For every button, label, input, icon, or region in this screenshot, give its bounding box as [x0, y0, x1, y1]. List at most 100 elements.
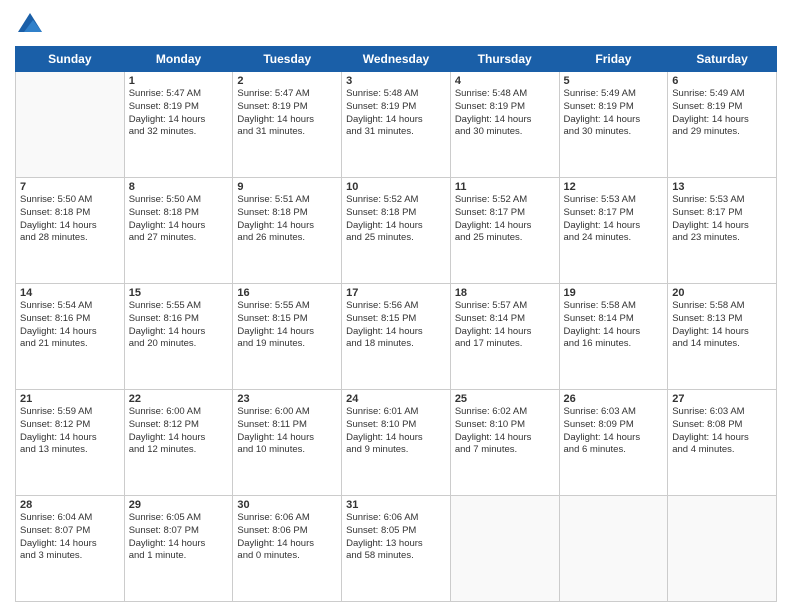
calendar-cell: 1Sunrise: 5:47 AM Sunset: 8:19 PM Daylig…: [124, 72, 233, 178]
calendar-cell: 26Sunrise: 6:03 AM Sunset: 8:09 PM Dayli…: [559, 390, 668, 496]
logo-icon: [15, 10, 45, 40]
day-number: 22: [129, 393, 229, 405]
day-number: 7: [20, 181, 120, 193]
calendar-cell: 10Sunrise: 5:52 AM Sunset: 8:18 PM Dayli…: [342, 178, 451, 284]
calendar-header-friday: Friday: [559, 47, 668, 72]
day-number: 25: [455, 393, 555, 405]
day-info: Sunrise: 5:57 AM Sunset: 8:14 PM Dayligh…: [455, 300, 555, 351]
day-number: 26: [564, 393, 664, 405]
calendar-cell: 5Sunrise: 5:49 AM Sunset: 8:19 PM Daylig…: [559, 72, 668, 178]
calendar-cell: 21Sunrise: 5:59 AM Sunset: 8:12 PM Dayli…: [16, 390, 125, 496]
day-number: 10: [346, 181, 446, 193]
day-number: 5: [564, 75, 664, 87]
day-info: Sunrise: 5:54 AM Sunset: 8:16 PM Dayligh…: [20, 300, 120, 351]
day-info: Sunrise: 5:52 AM Sunset: 8:18 PM Dayligh…: [346, 194, 446, 245]
day-number: 30: [237, 499, 337, 511]
day-info: Sunrise: 6:04 AM Sunset: 8:07 PM Dayligh…: [20, 512, 120, 563]
calendar-cell: 12Sunrise: 5:53 AM Sunset: 8:17 PM Dayli…: [559, 178, 668, 284]
day-number: 9: [237, 181, 337, 193]
day-number: 20: [672, 287, 772, 299]
calendar-cell: 19Sunrise: 5:58 AM Sunset: 8:14 PM Dayli…: [559, 284, 668, 390]
day-number: 18: [455, 287, 555, 299]
logo: [15, 10, 49, 40]
calendar-cell: 22Sunrise: 6:00 AM Sunset: 8:12 PM Dayli…: [124, 390, 233, 496]
calendar-header-tuesday: Tuesday: [233, 47, 342, 72]
day-info: Sunrise: 6:06 AM Sunset: 8:06 PM Dayligh…: [237, 512, 337, 563]
day-number: 31: [346, 499, 446, 511]
day-info: Sunrise: 6:02 AM Sunset: 8:10 PM Dayligh…: [455, 406, 555, 457]
day-number: 3: [346, 75, 446, 87]
calendar-cell: 17Sunrise: 5:56 AM Sunset: 8:15 PM Dayli…: [342, 284, 451, 390]
day-number: 11: [455, 181, 555, 193]
calendar-cell: 18Sunrise: 5:57 AM Sunset: 8:14 PM Dayli…: [450, 284, 559, 390]
day-number: 27: [672, 393, 772, 405]
calendar-cell: 16Sunrise: 5:55 AM Sunset: 8:15 PM Dayli…: [233, 284, 342, 390]
day-number: 8: [129, 181, 229, 193]
day-number: 12: [564, 181, 664, 193]
day-number: 15: [129, 287, 229, 299]
calendar-cell: 30Sunrise: 6:06 AM Sunset: 8:06 PM Dayli…: [233, 496, 342, 602]
calendar-cell: 15Sunrise: 5:55 AM Sunset: 8:16 PM Dayli…: [124, 284, 233, 390]
calendar-cell: 8Sunrise: 5:50 AM Sunset: 8:18 PM Daylig…: [124, 178, 233, 284]
calendar-cell: [559, 496, 668, 602]
calendar-cell: 28Sunrise: 6:04 AM Sunset: 8:07 PM Dayli…: [16, 496, 125, 602]
calendar-week-row: 21Sunrise: 5:59 AM Sunset: 8:12 PM Dayli…: [16, 390, 777, 496]
day-number: 16: [237, 287, 337, 299]
day-info: Sunrise: 5:50 AM Sunset: 8:18 PM Dayligh…: [129, 194, 229, 245]
day-info: Sunrise: 6:00 AM Sunset: 8:12 PM Dayligh…: [129, 406, 229, 457]
calendar-cell: 14Sunrise: 5:54 AM Sunset: 8:16 PM Dayli…: [16, 284, 125, 390]
day-info: Sunrise: 6:05 AM Sunset: 8:07 PM Dayligh…: [129, 512, 229, 563]
header: [15, 10, 777, 40]
day-number: 6: [672, 75, 772, 87]
day-number: 4: [455, 75, 555, 87]
day-number: 23: [237, 393, 337, 405]
calendar-week-row: 28Sunrise: 6:04 AM Sunset: 8:07 PM Dayli…: [16, 496, 777, 602]
calendar-week-row: 7Sunrise: 5:50 AM Sunset: 8:18 PM Daylig…: [16, 178, 777, 284]
day-number: 24: [346, 393, 446, 405]
calendar-week-row: 1Sunrise: 5:47 AM Sunset: 8:19 PM Daylig…: [16, 72, 777, 178]
day-info: Sunrise: 6:03 AM Sunset: 8:08 PM Dayligh…: [672, 406, 772, 457]
calendar-header-wednesday: Wednesday: [342, 47, 451, 72]
calendar-cell: 29Sunrise: 6:05 AM Sunset: 8:07 PM Dayli…: [124, 496, 233, 602]
day-number: 17: [346, 287, 446, 299]
day-info: Sunrise: 5:55 AM Sunset: 8:16 PM Dayligh…: [129, 300, 229, 351]
calendar-cell: 9Sunrise: 5:51 AM Sunset: 8:18 PM Daylig…: [233, 178, 342, 284]
calendar-cell: 2Sunrise: 5:47 AM Sunset: 8:19 PM Daylig…: [233, 72, 342, 178]
calendar-cell: 27Sunrise: 6:03 AM Sunset: 8:08 PM Dayli…: [668, 390, 777, 496]
day-info: Sunrise: 5:49 AM Sunset: 8:19 PM Dayligh…: [564, 88, 664, 139]
calendar-table: SundayMondayTuesdayWednesdayThursdayFrid…: [15, 46, 777, 602]
day-number: 21: [20, 393, 120, 405]
calendar-cell: 3Sunrise: 5:48 AM Sunset: 8:19 PM Daylig…: [342, 72, 451, 178]
calendar-cell: 24Sunrise: 6:01 AM Sunset: 8:10 PM Dayli…: [342, 390, 451, 496]
calendar-cell: 20Sunrise: 5:58 AM Sunset: 8:13 PM Dayli…: [668, 284, 777, 390]
day-info: Sunrise: 5:59 AM Sunset: 8:12 PM Dayligh…: [20, 406, 120, 457]
day-info: Sunrise: 5:56 AM Sunset: 8:15 PM Dayligh…: [346, 300, 446, 351]
calendar-header-thursday: Thursday: [450, 47, 559, 72]
day-info: Sunrise: 5:48 AM Sunset: 8:19 PM Dayligh…: [455, 88, 555, 139]
calendar-cell: 4Sunrise: 5:48 AM Sunset: 8:19 PM Daylig…: [450, 72, 559, 178]
day-info: Sunrise: 5:58 AM Sunset: 8:13 PM Dayligh…: [672, 300, 772, 351]
day-info: Sunrise: 5:53 AM Sunset: 8:17 PM Dayligh…: [672, 194, 772, 245]
calendar-header-monday: Monday: [124, 47, 233, 72]
day-info: Sunrise: 6:01 AM Sunset: 8:10 PM Dayligh…: [346, 406, 446, 457]
day-info: Sunrise: 5:47 AM Sunset: 8:19 PM Dayligh…: [237, 88, 337, 139]
day-number: 29: [129, 499, 229, 511]
calendar-cell: 6Sunrise: 5:49 AM Sunset: 8:19 PM Daylig…: [668, 72, 777, 178]
calendar-header-sunday: Sunday: [16, 47, 125, 72]
day-number: 2: [237, 75, 337, 87]
calendar-cell: [450, 496, 559, 602]
day-number: 19: [564, 287, 664, 299]
calendar-header-saturday: Saturday: [668, 47, 777, 72]
day-info: Sunrise: 5:55 AM Sunset: 8:15 PM Dayligh…: [237, 300, 337, 351]
day-info: Sunrise: 5:50 AM Sunset: 8:18 PM Dayligh…: [20, 194, 120, 245]
calendar-cell: [668, 496, 777, 602]
day-info: Sunrise: 5:48 AM Sunset: 8:19 PM Dayligh…: [346, 88, 446, 139]
day-info: Sunrise: 5:53 AM Sunset: 8:17 PM Dayligh…: [564, 194, 664, 245]
day-number: 28: [20, 499, 120, 511]
calendar-cell: 7Sunrise: 5:50 AM Sunset: 8:18 PM Daylig…: [16, 178, 125, 284]
calendar-header-row: SundayMondayTuesdayWednesdayThursdayFrid…: [16, 47, 777, 72]
calendar-cell: 13Sunrise: 5:53 AM Sunset: 8:17 PM Dayli…: [668, 178, 777, 284]
day-number: 13: [672, 181, 772, 193]
day-info: Sunrise: 5:47 AM Sunset: 8:19 PM Dayligh…: [129, 88, 229, 139]
day-info: Sunrise: 5:58 AM Sunset: 8:14 PM Dayligh…: [564, 300, 664, 351]
